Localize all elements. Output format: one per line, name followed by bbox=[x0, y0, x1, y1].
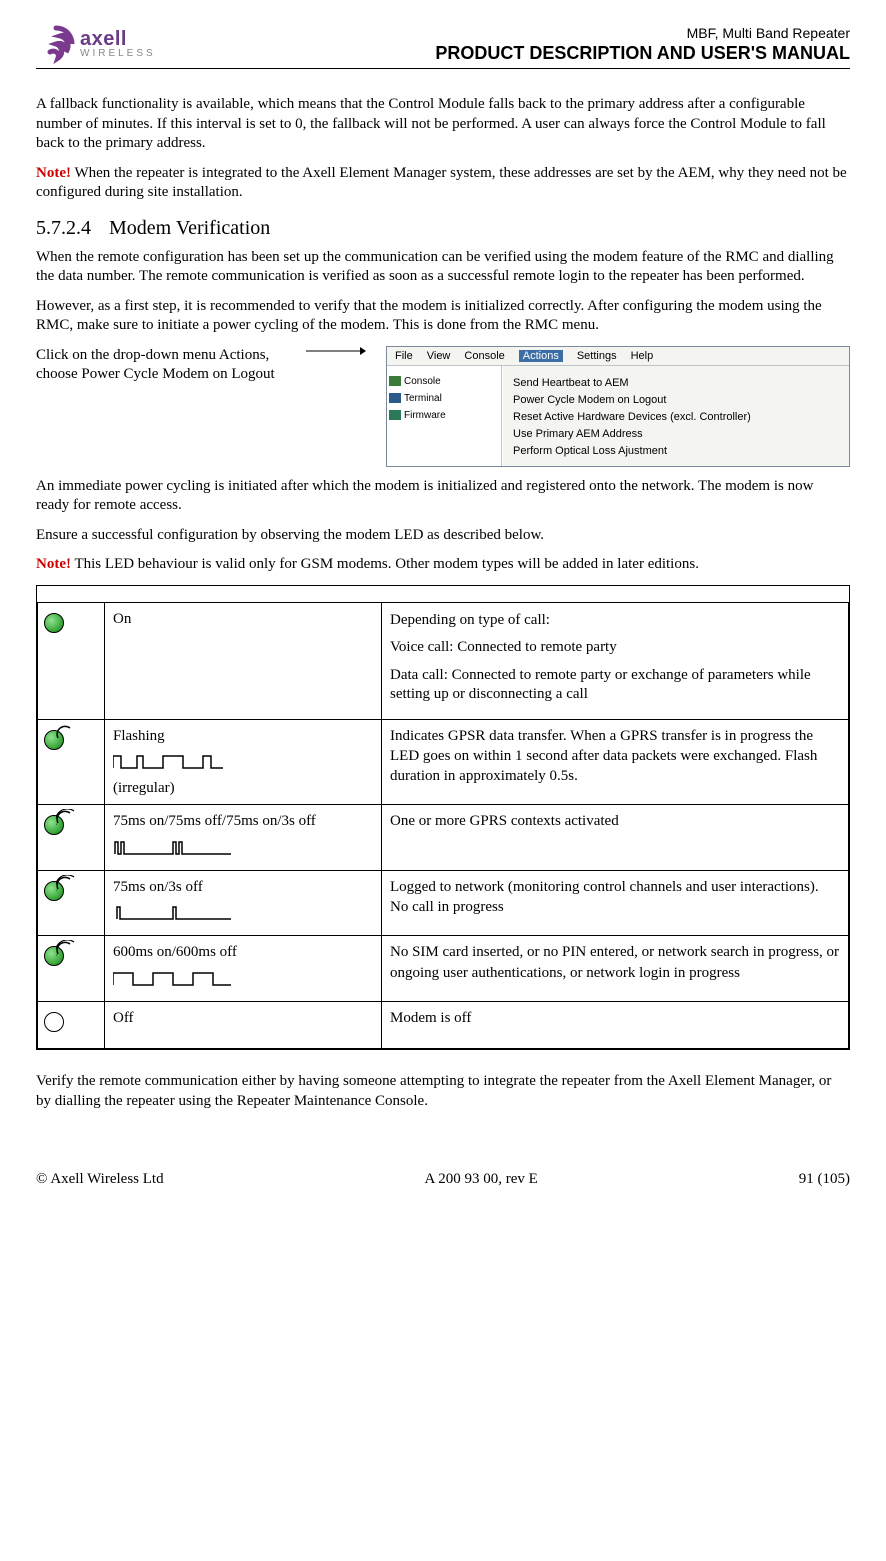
console-icon bbox=[389, 376, 401, 386]
action-reset[interactable]: Reset Active Hardware Devices (excl. Con… bbox=[513, 411, 839, 423]
paragraph-firststep: However, as a first step, it is recommen… bbox=[36, 297, 850, 336]
tree-terminal[interactable]: Terminal bbox=[389, 393, 499, 404]
footer-left: © Axell Wireless Ltd bbox=[36, 1171, 164, 1188]
led-row-double-blink: 75ms on/75ms off/75ms on/3s off One or m… bbox=[38, 805, 849, 871]
rmc-tree: Console Terminal Firmware bbox=[387, 366, 502, 466]
led-row-on: On Depending on type of call: Voice call… bbox=[38, 602, 849, 719]
menu-view[interactable]: View bbox=[427, 350, 451, 362]
led-flash-icon bbox=[44, 815, 64, 841]
paragraph-ensure: Ensure a successful configuration by obs… bbox=[36, 526, 850, 546]
actions-dropdown: Send Heartbeat to AEM Power Cycle Modem … bbox=[502, 366, 849, 466]
wave-square-icon bbox=[113, 969, 373, 995]
action-powercycle[interactable]: Power Cycle Modem on Logout bbox=[513, 394, 839, 406]
page-header: axell WIRELESS MBF, Multi Band Repeater … bbox=[36, 24, 850, 69]
section-title: Modem Verification bbox=[109, 217, 270, 239]
wave-double-icon bbox=[113, 838, 373, 864]
action-heartbeat[interactable]: Send Heartbeat to AEM bbox=[513, 377, 839, 389]
section-number: 5.7.2.4 bbox=[36, 217, 91, 239]
paragraph-verify: When the remote configuration has been s… bbox=[36, 248, 850, 287]
doc-title: PRODUCT DESCRIPTION AND USER'S MANUAL bbox=[435, 43, 850, 64]
led-row-flash-irregular: Flashing (irregular) Indicates GPSR data… bbox=[38, 719, 849, 805]
rmc-figure-row: Click on the drop-down menu Actions, cho… bbox=[36, 346, 850, 467]
note-label-2: Note! bbox=[36, 556, 71, 572]
action-optical[interactable]: Perform Optical Loss Ajustment bbox=[513, 445, 839, 457]
led-desc-on: Depending on type of call: Voice call: C… bbox=[382, 602, 849, 719]
menu-file[interactable]: File bbox=[395, 350, 413, 362]
firmware-icon bbox=[389, 410, 401, 420]
axell-swirl-icon bbox=[36, 24, 76, 64]
led-desc-single: Logged to network (monitoring control ch… bbox=[382, 870, 849, 936]
tree-firmware[interactable]: Firmware bbox=[389, 410, 499, 421]
led-row-slow-blink: 600ms on/600ms off No SIM card inserted,… bbox=[38, 936, 849, 1002]
section-heading: 5.7.2.4 Modem Verification bbox=[36, 217, 850, 240]
led-state-single: 75ms on/3s off bbox=[105, 870, 382, 936]
rmc-screenshot: File View Console Actions Settings Help … bbox=[386, 346, 850, 467]
led-row-single-blink: 75ms on/3s off Logged to network (monito… bbox=[38, 870, 849, 936]
logo: axell WIRELESS bbox=[36, 24, 156, 64]
led-table: On Depending on type of call: Voice call… bbox=[37, 602, 849, 1050]
paragraph-immediate: An immediate power cycling is initiated … bbox=[36, 477, 850, 516]
led-desc-flash: Indicates GPSR data transfer. When a GPR… bbox=[382, 719, 849, 805]
note-label: Note! bbox=[36, 165, 71, 181]
tree-console[interactable]: Console bbox=[389, 376, 499, 387]
menu-actions[interactable]: Actions bbox=[519, 350, 563, 362]
led-flash-icon bbox=[44, 946, 64, 972]
led-desc-double: One or more GPRS contexts activated bbox=[382, 805, 849, 871]
rmc-menubar: File View Console Actions Settings Help bbox=[387, 347, 849, 366]
wave-single-icon bbox=[113, 903, 373, 929]
footer-right: 91 (105) bbox=[799, 1171, 850, 1188]
action-primary[interactable]: Use Primary AEM Address bbox=[513, 428, 839, 440]
led-desc-off: Modem is off bbox=[382, 1001, 849, 1048]
menu-settings[interactable]: Settings bbox=[577, 350, 617, 362]
led-on-icon bbox=[44, 613, 64, 633]
footer-center: A 200 93 00, rev E bbox=[425, 1171, 538, 1188]
paragraph-verify-remote: Verify the remote communication either b… bbox=[36, 1072, 850, 1111]
paragraph-fallback: A fallback functionality is available, w… bbox=[36, 95, 850, 154]
menu-console[interactable]: Console bbox=[464, 350, 504, 362]
led-table-wrapper: On Depending on type of call: Voice call… bbox=[36, 585, 850, 1051]
led-flash-icon bbox=[44, 730, 64, 756]
doc-subtitle: MBF, Multi Band Repeater bbox=[435, 25, 850, 41]
pointer-arrow-icon bbox=[306, 346, 366, 356]
wave-irregular-icon bbox=[113, 752, 373, 778]
led-state-double: 75ms on/75ms off/75ms on/3s off bbox=[105, 805, 382, 871]
logo-text-bottom: WIRELESS bbox=[80, 49, 156, 59]
led-row-off: Off Modem is off bbox=[38, 1001, 849, 1048]
led-state-slow: 600ms on/600ms off bbox=[105, 936, 382, 1002]
led-state-on: On bbox=[105, 602, 382, 719]
note-led: Note! This LED behaviour is valid only f… bbox=[36, 555, 850, 575]
led-state-off: Off bbox=[105, 1001, 382, 1048]
rmc-caption: Click on the drop-down menu Actions, cho… bbox=[36, 346, 286, 385]
logo-text-top: axell bbox=[80, 29, 156, 49]
led-desc-slow: No SIM card inserted, or no PIN entered,… bbox=[382, 936, 849, 1002]
led-off-icon bbox=[44, 1012, 64, 1032]
led-state-flash: Flashing (irregular) bbox=[105, 719, 382, 805]
terminal-icon bbox=[389, 393, 401, 403]
led-flash-icon bbox=[44, 881, 64, 907]
page-footer: © Axell Wireless Ltd A 200 93 00, rev E … bbox=[36, 1171, 850, 1188]
menu-help[interactable]: Help bbox=[631, 350, 654, 362]
note-aem: Note! When the repeater is integrated to… bbox=[36, 164, 850, 203]
